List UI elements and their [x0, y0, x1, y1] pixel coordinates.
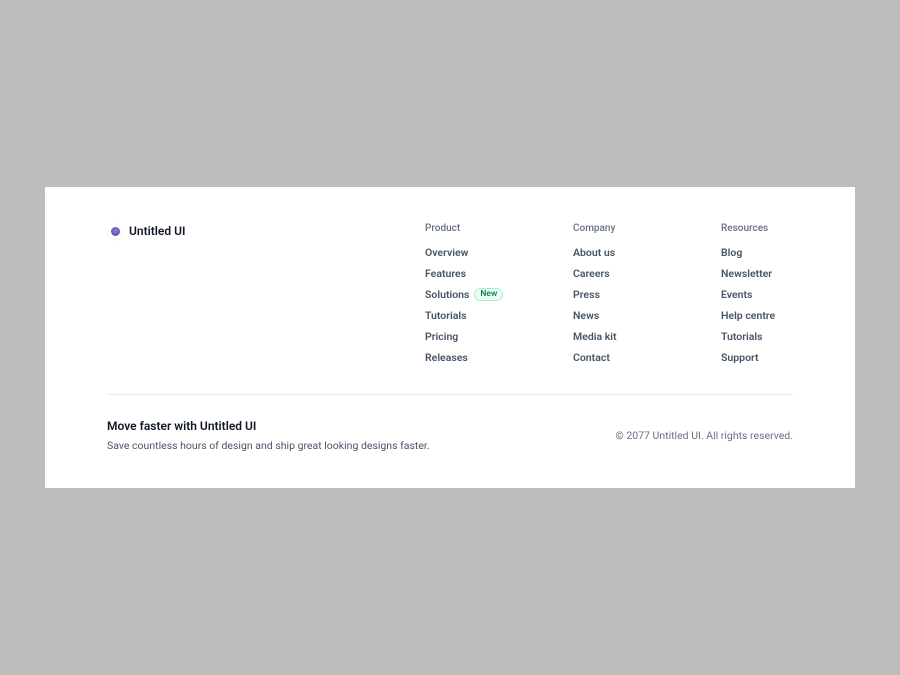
footer-top: Untitled UI Product Overview Features So…: [107, 223, 793, 364]
column-resources: Resources Blog Newsletter Events Help ce…: [721, 223, 817, 364]
logo-icon: [107, 223, 123, 239]
link-tutorials-res[interactable]: Tutorials: [721, 330, 817, 343]
new-badge: New: [474, 288, 503, 301]
link-press[interactable]: Press: [573, 288, 669, 301]
link-label: Pricing: [425, 330, 458, 343]
link-overview[interactable]: Overview: [425, 246, 521, 259]
column-heading: Product: [425, 223, 521, 234]
link-label: Blog: [721, 246, 742, 259]
footer: Untitled UI Product Overview Features So…: [45, 187, 855, 488]
link-events[interactable]: Events: [721, 288, 817, 301]
footer-bottom: Move faster with Untitled UI Save countl…: [107, 419, 793, 452]
link-blog[interactable]: Blog: [721, 246, 817, 259]
tagline: Move faster with Untitled UI: [107, 419, 430, 433]
link-label: Media kit: [573, 330, 617, 343]
link-about[interactable]: About us: [573, 246, 669, 259]
link-newsletter[interactable]: Newsletter: [721, 267, 817, 280]
link-helpcentre[interactable]: Help centre: [721, 309, 817, 322]
link-mediakit[interactable]: Media kit: [573, 330, 669, 343]
link-tutorials[interactable]: Tutorials: [425, 309, 521, 322]
copyright: © 2077 Untitled UI. All rights reserved.: [615, 429, 793, 442]
link-label: Careers: [573, 267, 610, 280]
link-solutions[interactable]: Solutions New: [425, 288, 521, 301]
link-label: News: [573, 309, 599, 322]
link-releases[interactable]: Releases: [425, 351, 521, 364]
link-label: Tutorials: [425, 309, 467, 322]
logo[interactable]: Untitled UI: [107, 223, 365, 239]
column-heading: Company: [573, 223, 669, 234]
link-support[interactable]: Support: [721, 351, 817, 364]
link-label: Overview: [425, 246, 468, 259]
link-news[interactable]: News: [573, 309, 669, 322]
link-label: Support: [721, 351, 759, 364]
link-label: Solutions: [425, 288, 469, 301]
link-label: Releases: [425, 351, 468, 364]
logo-section: Untitled UI: [107, 223, 365, 364]
link-label: About us: [573, 246, 615, 259]
link-label: Features: [425, 267, 466, 280]
column-company: Company About us Careers Press News Medi…: [573, 223, 669, 364]
link-label: Tutorials: [721, 330, 763, 343]
link-pricing[interactable]: Pricing: [425, 330, 521, 343]
link-label: Events: [721, 288, 752, 301]
link-contact[interactable]: Contact: [573, 351, 669, 364]
subtext: Save countless hours of design and ship …: [107, 439, 430, 452]
link-careers[interactable]: Careers: [573, 267, 669, 280]
footer-columns: Product Overview Features Solutions New …: [425, 223, 817, 364]
logo-text: Untitled UI: [129, 224, 185, 238]
link-label: Press: [573, 288, 600, 301]
link-label: Newsletter: [721, 267, 772, 280]
link-features[interactable]: Features: [425, 267, 521, 280]
column-product: Product Overview Features Solutions New …: [425, 223, 521, 364]
link-label: Contact: [573, 351, 610, 364]
footer-bottom-left: Move faster with Untitled UI Save countl…: [107, 419, 430, 452]
column-heading: Resources: [721, 223, 817, 234]
divider: [107, 394, 793, 395]
link-label: Help centre: [721, 309, 775, 322]
